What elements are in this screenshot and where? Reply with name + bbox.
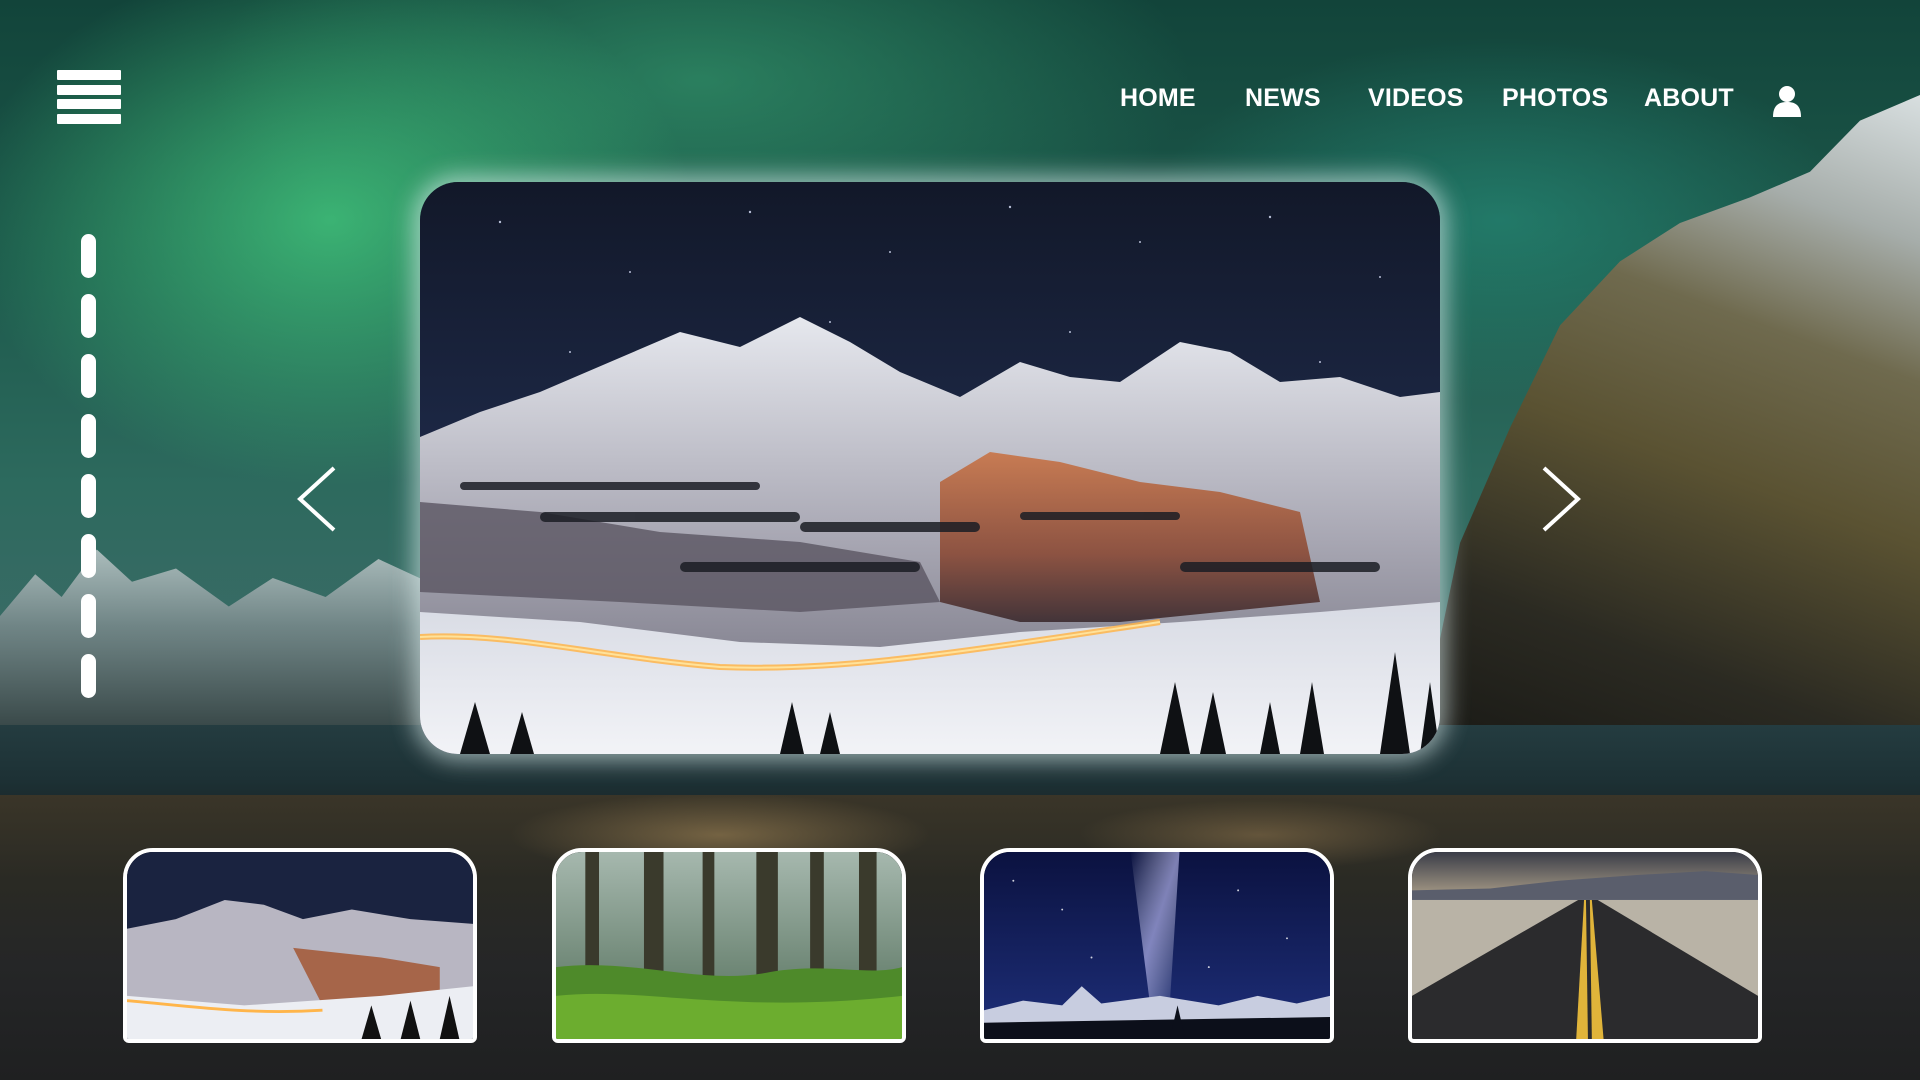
hamburger-menu-icon[interactable]	[57, 70, 121, 124]
nav-item-photos[interactable]: PHOTOS	[1502, 84, 1608, 113]
slide-indicator	[81, 234, 96, 698]
snowy-mountain-night-image	[420, 182, 1440, 754]
slide-indicator-dash[interactable]	[81, 414, 96, 458]
slide-indicator-dash[interactable]	[81, 534, 96, 578]
thumbnail-desert-road[interactable]	[1408, 848, 1762, 1043]
slide-indicator-dash[interactable]	[81, 654, 96, 698]
chevron-right-icon[interactable]	[1534, 464, 1584, 534]
user-icon[interactable]	[1773, 85, 1801, 117]
menu-bar	[57, 99, 121, 110]
menu-bar	[57, 84, 121, 95]
menu-bar	[57, 113, 121, 124]
slide-indicator-dash[interactable]	[81, 234, 96, 278]
desert-road-thumb-image	[1412, 852, 1758, 1039]
snowy-mountain-thumb-image	[127, 852, 473, 1039]
milky-way-thumb-image	[984, 852, 1330, 1039]
thumbnail-milky-way[interactable]	[980, 848, 1334, 1043]
slide-indicator-dash[interactable]	[81, 354, 96, 398]
mossy-forest-thumb-image	[556, 852, 902, 1039]
nav-item-about[interactable]: ABOUT	[1644, 84, 1734, 113]
menu-bar	[57, 70, 121, 80]
thumbnail-mossy-forest[interactable]	[552, 848, 906, 1043]
nav-item-videos[interactable]: VIDEOS	[1368, 84, 1464, 113]
thumbnail-snowy-mountain[interactable]	[123, 848, 477, 1043]
main-slide-image	[420, 182, 1440, 754]
chevron-left-icon[interactable]	[294, 464, 344, 534]
slide-indicator-dash[interactable]	[81, 474, 96, 518]
nav-item-news[interactable]: NEWS	[1245, 84, 1321, 113]
slide-indicator-dash[interactable]	[81, 594, 96, 638]
slide-indicator-dash[interactable]	[81, 294, 96, 338]
nav-item-home[interactable]: HOME	[1120, 84, 1196, 113]
